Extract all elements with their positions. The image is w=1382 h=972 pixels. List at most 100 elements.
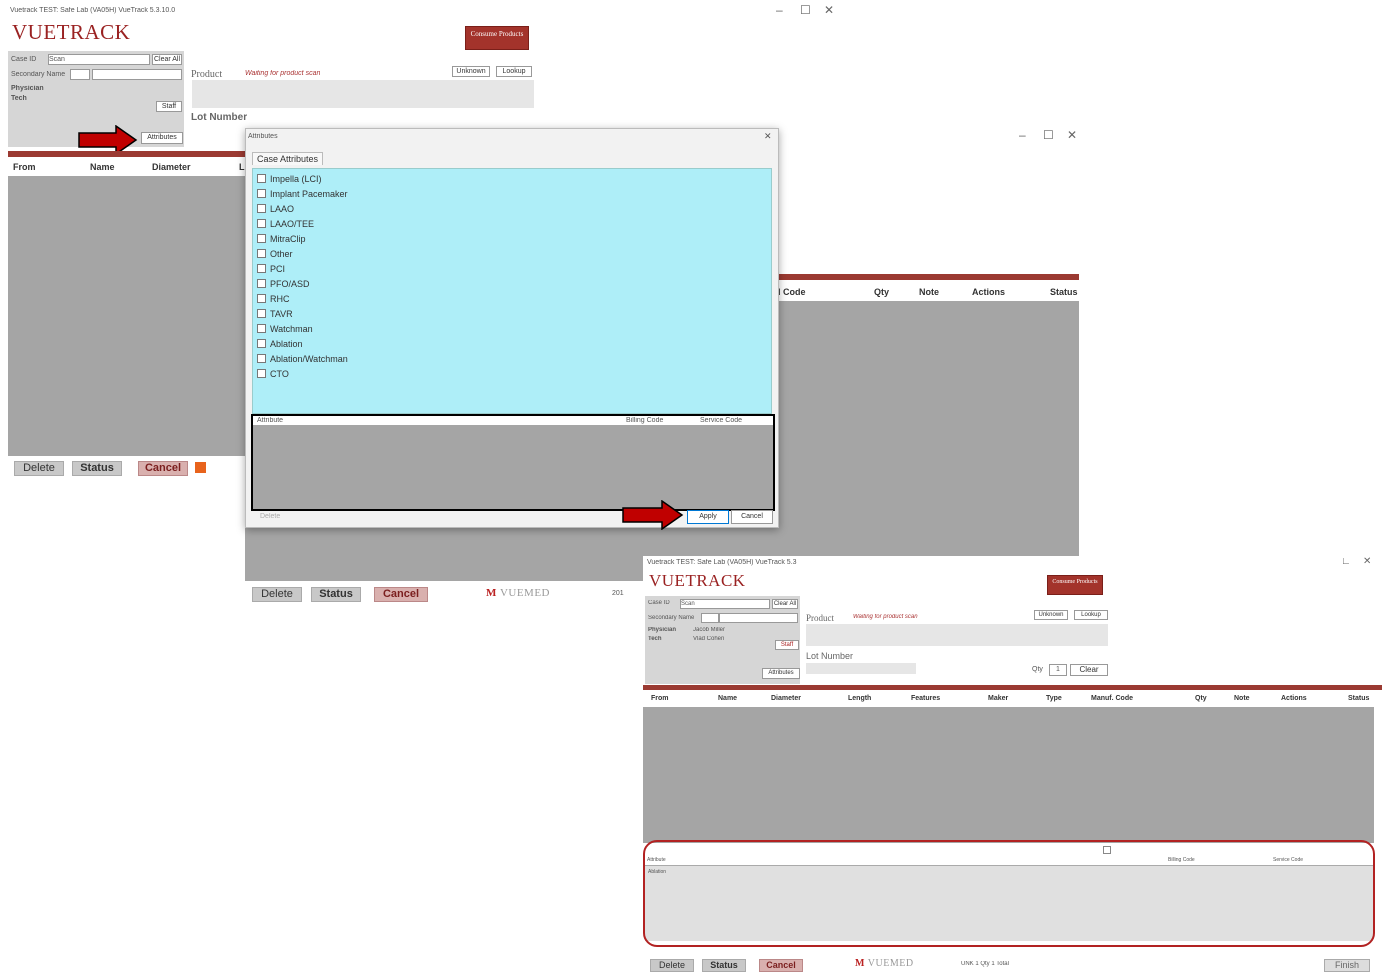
product-area — [806, 624, 1108, 646]
secondary-name-select[interactable] — [70, 69, 90, 80]
col-billing-code: Billing Code — [626, 417, 664, 424]
lot-number-field[interactable] — [806, 663, 916, 674]
checkbox-icon[interactable] — [257, 279, 266, 288]
window-2-footer-info: 201 — [612, 590, 624, 597]
qty-field[interactable]: 1 — [1049, 664, 1067, 676]
minimize-icon[interactable]: – — [776, 3, 783, 17]
minimize-icon[interactable]: ∟ — [1341, 556, 1351, 567]
attributes-button[interactable]: Attributes — [141, 132, 183, 144]
secondary-name-select[interactable] — [701, 613, 719, 623]
col-features: Features — [911, 695, 941, 702]
attribute-item[interactable]: Ablation — [257, 336, 348, 351]
checkbox-icon[interactable] — [257, 294, 266, 303]
attribute-item[interactable]: LAAO/TEE — [257, 216, 348, 231]
col-name: Name — [90, 162, 115, 172]
checkbox-icon[interactable] — [257, 219, 266, 228]
checkbox-icon[interactable] — [257, 354, 266, 363]
maximize-icon[interactable]: ☐ — [1043, 128, 1054, 142]
status-button[interactable]: Status — [702, 959, 746, 972]
delete-button[interactable]: Delete — [252, 587, 302, 602]
lookup-button[interactable]: Lookup — [1074, 610, 1108, 620]
unknown-button[interactable]: Unknown — [1034, 610, 1068, 620]
attribute-item[interactable]: Other — [257, 246, 348, 261]
checkbox-icon[interactable] — [257, 189, 266, 198]
staff-button[interactable]: Staff — [775, 640, 799, 650]
dialog-cancel-button[interactable]: Cancel — [731, 510, 773, 524]
attribute-item[interactable]: Implant Pacemaker — [257, 186, 348, 201]
vuetrack-logo: VUETRACK — [12, 20, 131, 44]
minimize-icon[interactable]: – — [1019, 128, 1026, 142]
attribute-item[interactable]: LAAO — [257, 201, 348, 216]
delete-button[interactable]: Delete — [650, 959, 694, 972]
checkbox-icon[interactable] — [257, 309, 266, 318]
status-button[interactable]: Status — [72, 461, 122, 476]
physician-label: Physician — [648, 627, 677, 633]
attribute-item-label: Impella (LCI) — [270, 173, 322, 184]
dialog-close-icon[interactable]: ✕ — [764, 131, 772, 142]
checkbox-icon[interactable] — [257, 339, 266, 348]
attribute-item[interactable]: PCI — [257, 261, 348, 276]
close-icon[interactable]: ✕ — [1363, 556, 1371, 567]
attribute-item-label: Implant Pacemaker — [270, 188, 348, 199]
col-manuf-code: d Code — [775, 287, 806, 297]
dialog-delete-button[interactable]: Delete — [260, 513, 280, 520]
close-icon[interactable]: ✕ — [1067, 128, 1077, 142]
case-id-field[interactable]: Scan — [48, 54, 150, 65]
attribute-item-label: LAAO — [270, 203, 295, 214]
col-diameter: Diameter — [152, 162, 191, 172]
attribute-item[interactable]: TAVR — [257, 306, 348, 321]
checkbox-icon[interactable] — [257, 369, 266, 378]
attribute-item[interactable]: Ablation/Watchman — [257, 351, 348, 366]
apply-button[interactable]: Apply — [687, 510, 729, 524]
attribute-item[interactable]: CTO — [257, 366, 348, 381]
lookup-button[interactable]: Lookup — [496, 66, 532, 77]
attribute-item[interactable]: PFO/ASD — [257, 276, 348, 291]
attribute-list-items: Impella (LCI) Implant Pacemaker LAAO LAAO/T… — [257, 171, 348, 381]
vuemed-icon: M — [855, 958, 865, 969]
cancel-button[interactable]: Cancel — [374, 587, 428, 602]
clear-button[interactable]: Clear — [1070, 664, 1108, 676]
secondary-name-field[interactable] — [92, 69, 182, 80]
vuemed-footer-logo: M VUEMED — [855, 958, 914, 969]
col-status: Status — [1050, 287, 1078, 297]
attribute-item[interactable]: Watchman — [257, 321, 348, 336]
attribute-item-label: PCI — [270, 263, 286, 274]
checkbox-icon[interactable] — [257, 204, 266, 213]
close-icon[interactable]: ✕ — [824, 3, 834, 17]
staff-button[interactable]: Staff — [156, 101, 182, 112]
orange-indicator — [195, 462, 206, 473]
attribute-item-label: Watchman — [270, 323, 313, 334]
col-l: L — [239, 162, 245, 172]
checkbox-icon[interactable] — [257, 174, 266, 183]
cancel-button[interactable]: Cancel — [138, 461, 188, 476]
checkbox-icon[interactable] — [257, 234, 266, 243]
attribute-item[interactable]: MitraClip — [257, 231, 348, 246]
tab-case-attributes[interactable]: Case Attributes — [252, 152, 324, 165]
maximize-icon[interactable]: ☐ — [800, 3, 811, 17]
cancel-button[interactable]: Cancel — [759, 959, 803, 972]
unknown-button[interactable]: Unknown — [452, 66, 490, 77]
checkbox-icon[interactable] — [257, 249, 266, 258]
checkbox-icon[interactable] — [257, 264, 266, 273]
attribute-item[interactable]: RHC — [257, 291, 348, 306]
attribute-item-label: PFO/ASD — [270, 278, 310, 289]
clear-all-button[interactable]: Clear All — [152, 54, 182, 65]
col-status: Status — [1348, 695, 1370, 702]
col-type: Type — [1046, 695, 1062, 702]
window-1-titlebar: Vuetrack TEST: Safe Lab (VA05H) VueTrack… — [10, 7, 176, 14]
delete-button[interactable]: Delete — [14, 461, 64, 476]
status-button[interactable]: Status — [311, 587, 361, 602]
case-id-field[interactable]: Scan — [680, 599, 770, 609]
lot-number-label: Lot Number — [806, 651, 854, 661]
attributes-button[interactable]: Attributes — [762, 668, 800, 679]
secondary-name-field[interactable] — [719, 613, 798, 623]
finish-button[interactable]: Finish — [1324, 959, 1370, 972]
consume-products-button[interactable]: Consume Products — [1047, 575, 1103, 595]
attribute-item[interactable]: Impella (LCI) — [257, 171, 348, 186]
checkbox-icon[interactable] — [257, 324, 266, 333]
highlight-outline — [643, 840, 1375, 947]
clear-all-button[interactable]: Clear All — [772, 599, 798, 609]
consume-products-button[interactable]: Consume Products — [465, 26, 529, 50]
window-3-titlebar: Vuetrack TEST: Safe Lab (VA05H) VueTrack… — [647, 559, 797, 566]
case-id-label: Case ID — [11, 56, 37, 63]
